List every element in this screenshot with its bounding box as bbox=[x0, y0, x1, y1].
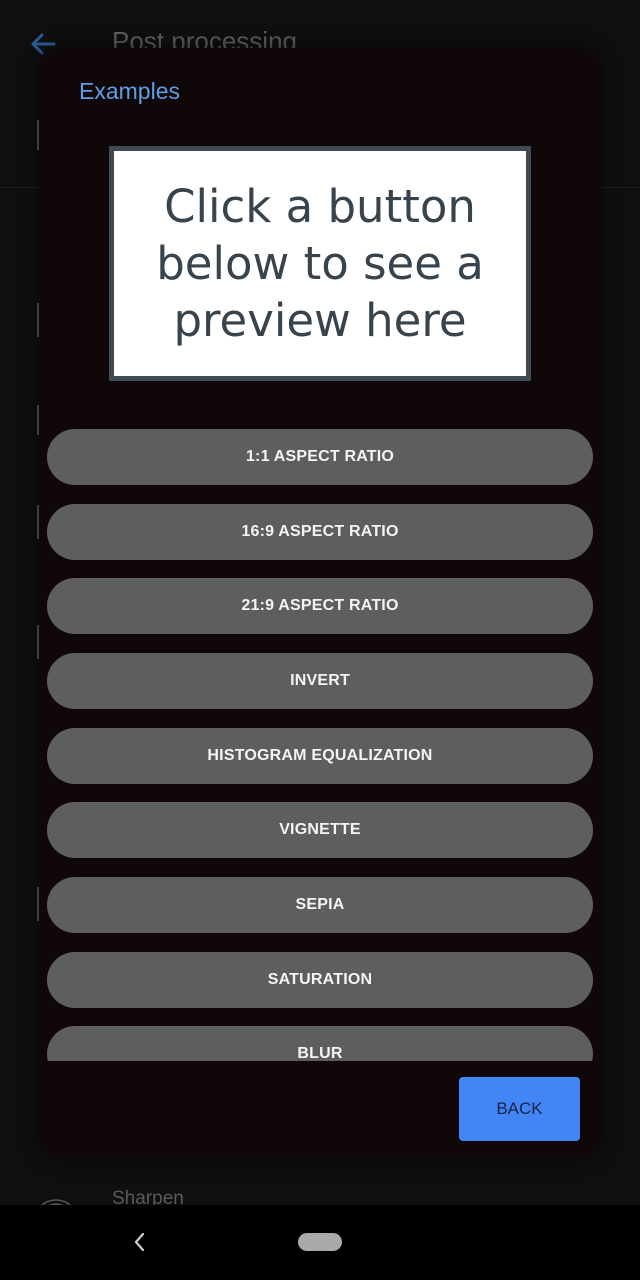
preview-placeholder-text: Click a button below to see a preview he… bbox=[156, 180, 484, 347]
examples-dialog: Examples Click a button below to see a p… bbox=[40, 48, 600, 1158]
aspect-ratio-16-9-button[interactable]: 16:9 ASPECT RATIO bbox=[47, 504, 593, 560]
nav-back-icon[interactable] bbox=[130, 1227, 150, 1257]
histogram-equalization-button[interactable]: HISTOGRAM EQUALIZATION bbox=[47, 728, 593, 784]
dialog-title: Examples bbox=[79, 78, 180, 104]
back-button[interactable]: BACK bbox=[459, 1077, 580, 1141]
sepia-button[interactable]: SEPIA bbox=[47, 877, 593, 933]
invert-button[interactable]: INVERT bbox=[47, 653, 593, 709]
preview-image: Click a button below to see a preview he… bbox=[109, 146, 531, 381]
nav-home-pill[interactable] bbox=[298, 1233, 342, 1251]
aspect-ratio-1-1-button[interactable]: 1:1 ASPECT RATIO bbox=[47, 429, 593, 485]
aspect-ratio-21-9-button[interactable]: 21:9 ASPECT RATIO bbox=[47, 578, 593, 634]
blur-button[interactable]: BLUR bbox=[47, 1026, 593, 1061]
effect-button-list[interactable]: 1:1 ASPECT RATIO 16:9 ASPECT RATIO 21:9 … bbox=[47, 429, 593, 1061]
vignette-button[interactable]: VIGNETTE bbox=[47, 802, 593, 858]
saturation-button[interactable]: SATURATION bbox=[47, 952, 593, 1008]
